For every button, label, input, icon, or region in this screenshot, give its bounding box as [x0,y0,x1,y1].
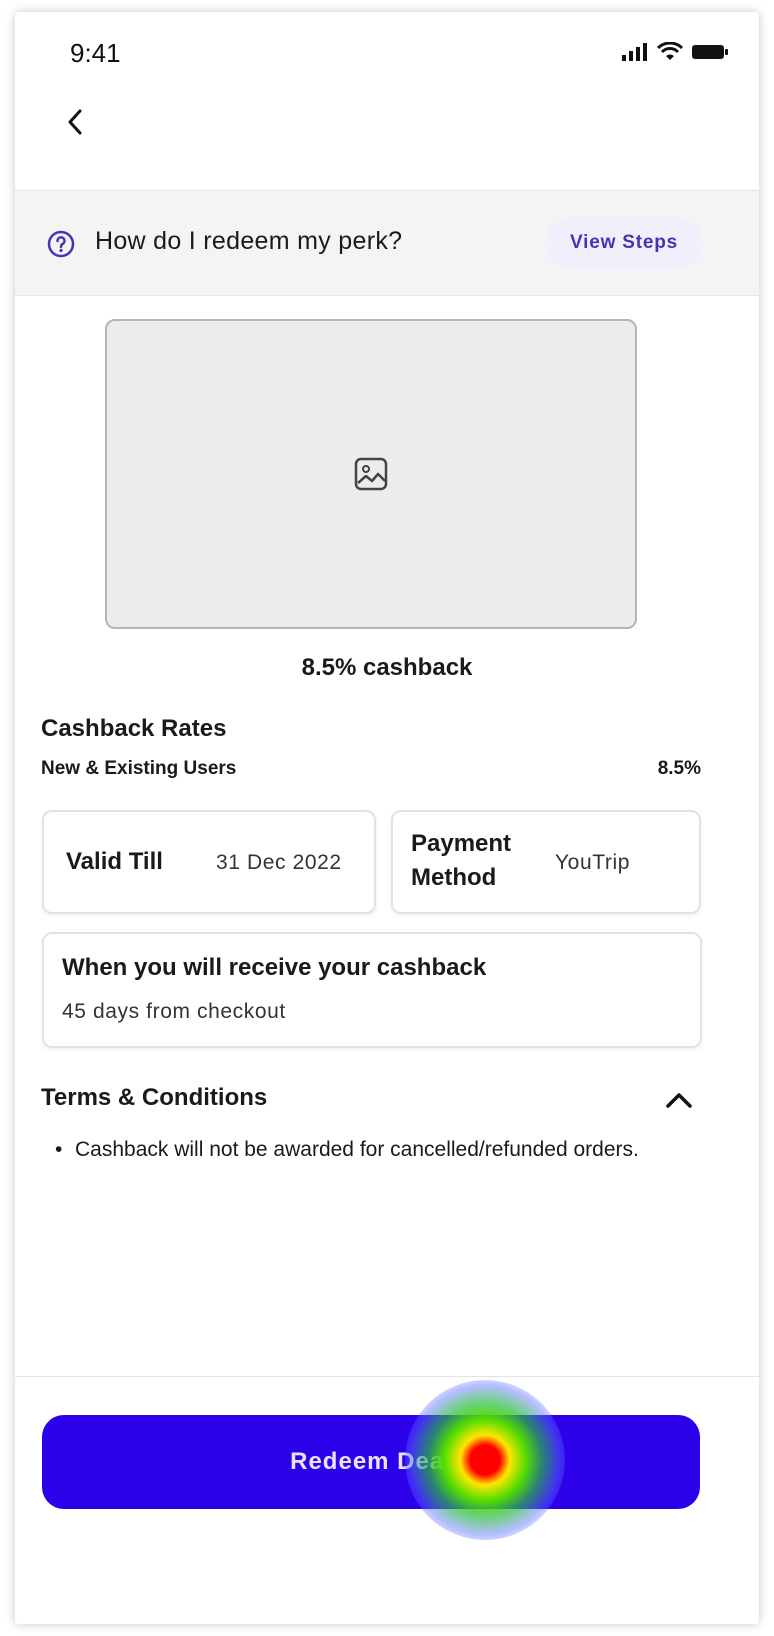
valid-till-card: Valid Till 31 Dec 2022 [42,810,376,914]
wifi-icon [657,42,683,60]
cashback-rates-heading: Cashback Rates [41,715,227,742]
status-time: 9:41 [70,38,121,68]
image-icon [354,457,388,491]
rate-value: 8.5% [657,758,701,779]
status-bar: 9:41 [15,12,759,82]
redeem-help-banner: How do I redeem my perk? View Steps [15,190,759,296]
valid-till-label: Valid Till [66,848,163,875]
footer-bar: Redeem Deal [15,1376,759,1624]
redeem-deal-button[interactable]: Redeem Deal [42,1415,700,1509]
question-circle-icon [47,230,75,258]
deal-title: 8.5% cashback [301,654,473,681]
payment-method-value: YouTrip [555,851,631,874]
status-icons [621,42,729,62]
cashback-timing-card: When you will receive your cashback 45 d… [42,932,702,1048]
payment-method-label-line1: Payment [411,830,512,857]
redeem-question: How do I redeem my perk? [95,227,403,255]
chevron-up-icon[interactable] [663,1084,695,1116]
payment-method-label-line2: Method [411,864,497,891]
chevron-left-icon [68,109,82,135]
terms-list-item: • Cashback will not be awarded for cance… [55,1136,695,1164]
terms-heading: Terms & Conditions [41,1084,268,1111]
bullet-dot: • [55,1138,63,1161]
back-button[interactable] [55,100,95,144]
cashback-rate-row: New & Existing Users 8.5% [41,758,701,780]
phone-screen: 9:41 How do I redeem my perk? View Steps… [15,12,759,1624]
deal-image-placeholder [105,319,637,629]
battery-icon [692,45,728,59]
view-steps-button[interactable]: View Steps [545,217,703,269]
valid-till-value: 31 Dec 2022 [216,851,342,874]
cashback-timing-detail: 45 days from checkout [62,1000,286,1023]
cashback-timing-title: When you will receive your cashback [62,954,487,981]
terms-item-text: Cashback will not be awarded for cancell… [75,1138,639,1161]
rate-label: New & Existing Users [41,758,237,779]
payment-method-card: Payment Method YouTrip [391,810,701,914]
signal-icon [622,43,647,61]
